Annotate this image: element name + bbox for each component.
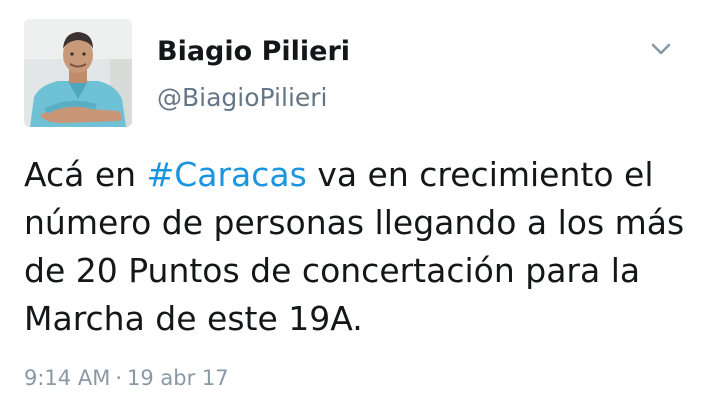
meta-separator: · (115, 366, 123, 390)
chevron-down-icon (651, 43, 671, 55)
tweet-text: Acá en #Caracas va en crecimiento el núm… (24, 151, 704, 343)
tweet-timestamp[interactable]: 9:14 AM · 19 abr 17 (24, 366, 229, 390)
tweet-date: 19 abr 17 (127, 366, 229, 390)
tweet-menu-button[interactable] (644, 36, 678, 62)
hashtag-link[interactable]: #Caracas (147, 155, 307, 194)
tweet-text-line: Marcha de este 19A. (24, 299, 363, 338)
avatar[interactable] (24, 19, 132, 127)
tweet-text-line: Acá en #Caracas va en crecimiento el (24, 151, 704, 199)
tweet-card: Biagio Pilieri @BiagioPilieri Acá en #Ca… (0, 0, 720, 418)
tweet-text-line: número de personas llegando a los más (24, 203, 685, 242)
screen-name[interactable]: @BiagioPilieri (157, 83, 328, 112)
avatar-photo (24, 19, 132, 127)
tweet-text-segment: va en crecimiento el (306, 155, 654, 194)
tweet-text-segment: Acá en (24, 155, 147, 194)
display-name[interactable]: Biagio Pilieri (157, 36, 350, 67)
tweet-text-line: de 20 Puntos de concertación para la (24, 251, 641, 290)
tweet-time: 9:14 AM (24, 366, 111, 390)
